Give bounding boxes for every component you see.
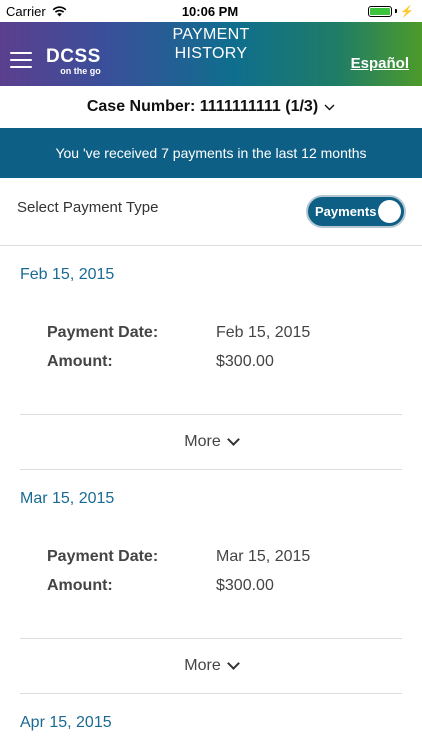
payment-item: Feb 15, 2015 Payment Date: Feb 15, 2015 … — [0, 246, 422, 470]
wifi-icon — [52, 5, 67, 16]
toggle-label: Payments — [315, 204, 377, 219]
payment-date-value: Feb 15, 2015 — [216, 324, 311, 341]
amount-value: $300.00 — [216, 353, 274, 370]
chevron-down-icon — [324, 104, 335, 110]
payment-details: Payment Date: Mar 15, 2015 Amount: $300.… — [0, 528, 422, 638]
payment-heading: Apr 15, 2015 — [20, 714, 112, 731]
status-left: Carrier — [6, 4, 146, 19]
status-bar: Carrier 10:06 PM ⚡ — [0, 0, 422, 22]
carrier-label: Carrier — [6, 3, 46, 19]
payment-date-row: Payment Date: Mar 15, 2015 — [47, 548, 422, 566]
app-header: DCSS on the go PAYMENT HISTORY Español — [0, 22, 422, 86]
amount-value: $300.00 — [216, 577, 274, 594]
more-label: More — [184, 657, 221, 674]
case-number-selector[interactable]: Case Number: 1111111111 (1/3) — [0, 86, 422, 128]
payment-item: Apr 15, 2015 — [0, 694, 422, 750]
more-label: More — [184, 433, 221, 450]
charging-icon: ⚡ — [400, 5, 414, 18]
banner-text: You 've received 7 payments in the last … — [55, 145, 367, 161]
select-payment-type-label: Select Payment Type — [17, 199, 159, 216]
battery-icon — [368, 5, 393, 17]
case-number-label: Case Number: 1111111111 (1/3) — [86, 98, 319, 115]
payment-heading: Feb 15, 2015 — [20, 266, 115, 283]
payment-date-value: Mar 15, 2015 — [216, 548, 311, 565]
language-link[interactable]: Español — [351, 55, 409, 72]
payment-type-toggle[interactable]: Payments — [306, 195, 406, 228]
logo-sub: on the go — [60, 66, 101, 76]
status-right: ⚡ — [274, 5, 414, 18]
toggle-knob — [378, 200, 401, 223]
payment-date-row: Payment Date: Feb 15, 2015 — [47, 324, 422, 342]
payment-type-row: Select Payment Type Payments — [0, 178, 422, 246]
chevron-down-icon — [226, 433, 240, 446]
chevron-down-icon — [226, 657, 240, 670]
battery-tip — [395, 9, 398, 13]
amount-label: Amount: — [47, 353, 113, 370]
payment-details: Payment Date: Feb 15, 2015 Amount: $300.… — [0, 304, 422, 414]
payment-item: Mar 15, 2015 Payment Date: Mar 15, 2015 … — [0, 470, 422, 694]
amount-label: Amount: — [47, 577, 113, 594]
payment-date-label: Payment Date: — [47, 548, 159, 565]
more-button[interactable]: More — [0, 639, 422, 693]
payment-date-label: Payment Date: — [47, 324, 159, 341]
status-time: 10:06 PM — [181, 3, 239, 19]
payment-heading: Mar 15, 2015 — [20, 490, 115, 507]
payments-summary-banner: You 've received 7 payments in the last … — [0, 128, 422, 178]
amount-row: Amount: $300.00 — [47, 353, 422, 371]
more-button[interactable]: More — [0, 415, 422, 469]
page-title-line1: PAYMENT — [172, 26, 250, 43]
amount-row: Amount: $300.00 — [47, 577, 422, 595]
